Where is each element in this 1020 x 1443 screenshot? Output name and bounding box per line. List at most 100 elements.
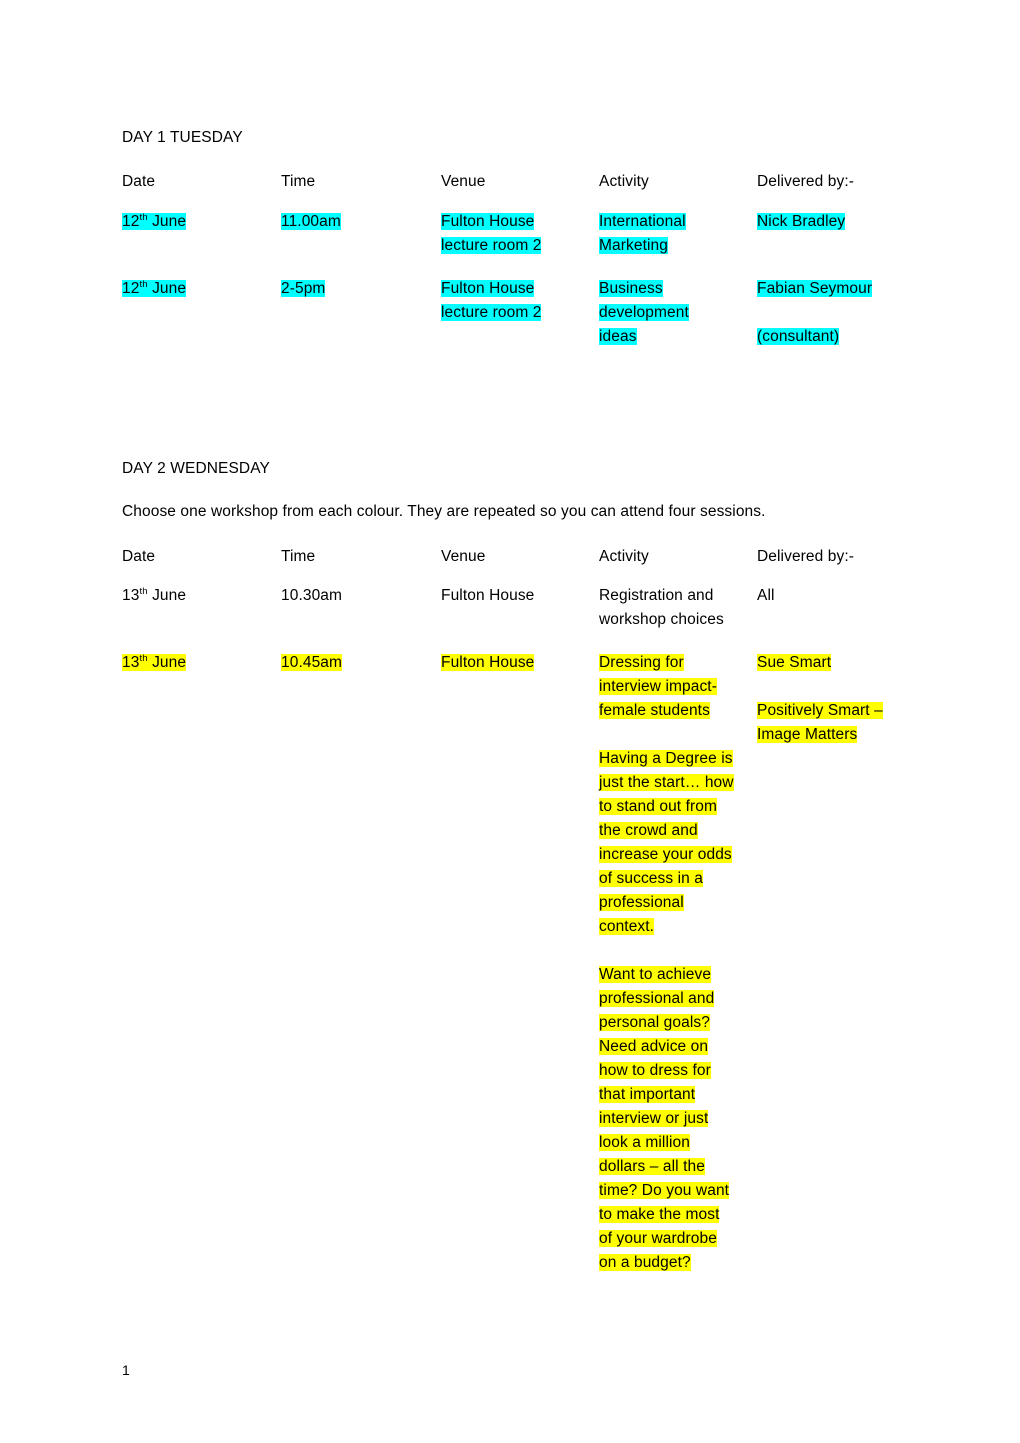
- text-line: Nick Bradley: [757, 213, 846, 230]
- day2-column-header-time: Time: [281, 548, 316, 565]
- day1-row-1-time: 11.00am: [281, 210, 431, 234]
- text-line: Sue Smart: [757, 654, 832, 671]
- text-line: International: [599, 213, 686, 230]
- day2-column-header-activity: Activity: [599, 548, 649, 565]
- day1-row-2-date: 12th June: [122, 277, 272, 301]
- text-line: interview or just: [599, 1110, 709, 1127]
- day1-row-1-activity: International Marketing: [599, 210, 749, 258]
- date-month: June: [147, 213, 187, 230]
- text-line: Registration and: [599, 587, 714, 604]
- text-line: Having a Degree is: [599, 750, 733, 767]
- text-line: the crowd and: [599, 822, 698, 839]
- text-line: just the start… how: [599, 774, 734, 791]
- date-day-number: 12: [122, 280, 140, 297]
- day2-row-2-time: 10.45am: [281, 651, 431, 675]
- text-line: 13th June: [122, 651, 272, 675]
- text-line: time? Do you want: [599, 1182, 730, 1199]
- text-line: Fulton House: [441, 280, 535, 297]
- day2-row-1-delivered-by: All: [757, 584, 957, 608]
- text-line: that important: [599, 1086, 696, 1103]
- text-line: 12th June: [122, 277, 272, 301]
- day2-heading: DAY 2 WEDNESDAY: [122, 460, 270, 477]
- day2-row-1-venue: Fulton House: [441, 584, 591, 608]
- text-line: 2-5pm: [281, 280, 326, 297]
- text-line: workshop choices: [599, 611, 724, 628]
- day1-row-2-time: 2-5pm: [281, 277, 431, 301]
- text-line: professional: [599, 894, 684, 911]
- day2-column-header-venue: Venue: [441, 548, 486, 565]
- day2-row-2-activity: Dressing for interview impact-female stud…: [599, 651, 751, 1275]
- date-month: June: [147, 587, 187, 604]
- text-line: Fulton House: [441, 654, 535, 671]
- day1-column-header-activity: Activity: [599, 173, 649, 190]
- date-month: June: [147, 280, 187, 297]
- text-line: lecture room 2: [441, 237, 542, 254]
- day2-column-header-delivered-by: Delivered by:-: [757, 548, 855, 565]
- text-line: Image Matters: [757, 726, 858, 743]
- text-line: look a million: [599, 1134, 690, 1151]
- text-line: context.: [599, 918, 655, 935]
- text-line: Business: [599, 280, 663, 297]
- day1-row-1-delivered-by: Nick Bradley: [757, 210, 957, 234]
- date-ordinal-suffix: th: [139, 278, 148, 290]
- text-line: how to dress for: [599, 1062, 711, 1079]
- day1-column-header-venue: Venue: [441, 173, 486, 190]
- text-line: on a budget?: [599, 1254, 691, 1271]
- day2-row-2-delivered-by: Sue Smart Positively Smart – Image Matters: [757, 651, 957, 747]
- day1-row-1-date: 12th June: [122, 210, 272, 234]
- date-day-number: 13: [122, 654, 140, 671]
- text-line: (consultant): [757, 328, 840, 345]
- date-ordinal-suffix: th: [139, 211, 148, 223]
- day2-column-header-date: Date: [122, 548, 156, 565]
- day1-column-header-date: Date: [122, 173, 156, 190]
- text-line: Dressing for: [599, 654, 684, 671]
- text-line: Marketing: [599, 237, 668, 254]
- text-line: female students: [599, 702, 710, 719]
- day2-row-1-activity: Registration and workshop choices: [599, 584, 749, 632]
- day1-row-2-delivered-by: Fabian Seymour (consultant): [757, 277, 957, 349]
- text-line: Need advice on: [599, 1038, 709, 1055]
- text-line: Fulton House: [441, 587, 535, 604]
- text-line: 10.30am: [281, 587, 343, 604]
- day1-row-2-activity: Business development ideas: [599, 277, 749, 349]
- text-line: of your wardrobe: [599, 1230, 717, 1247]
- text-line: Positively Smart –: [757, 702, 883, 719]
- day2-row-1-date: 13th June: [122, 584, 272, 608]
- day1-row-2-venue: Fulton House lecture room 2: [441, 277, 591, 325]
- day2-row-1-time: 10.30am: [281, 584, 431, 608]
- day2-row-2-venue: Fulton House: [441, 651, 591, 675]
- text-line: All: [757, 587, 775, 604]
- date-ordinal-suffix: th: [139, 652, 148, 664]
- date-ordinal-suffix: th: [139, 585, 148, 597]
- date-day-number: 13: [122, 587, 140, 604]
- day2-instruction: Choose one workshop from each colour. Th…: [122, 503, 766, 520]
- text-line: lecture room 2: [441, 304, 542, 321]
- date-day-number: 12: [122, 213, 140, 230]
- text-line: development: [599, 304, 689, 321]
- text-line: Want to achieve: [599, 966, 712, 983]
- day1-column-header-time: Time: [281, 173, 316, 190]
- day2-row-2-date: 13th June: [122, 651, 272, 675]
- text-line: interview impact-: [599, 678, 717, 695]
- text-line: Fabian Seymour: [757, 280, 873, 297]
- text-line: 12th June: [122, 210, 272, 234]
- day1-row-1-venue: Fulton House lecture room 2: [441, 210, 591, 258]
- day1-heading: DAY 1 TUESDAY: [122, 129, 243, 146]
- document-page: DAY 1 TUESDAY Date Time Venue Activity D…: [0, 0, 1020, 1443]
- text-line: increase your odds: [599, 846, 732, 863]
- text-line: 13th June: [122, 584, 272, 608]
- text-line: ideas: [599, 328, 637, 345]
- text-line: 10.45am: [281, 654, 343, 671]
- text-line: Fulton House: [441, 213, 535, 230]
- text-line: to make the most: [599, 1206, 720, 1223]
- page-number: 1: [122, 1362, 130, 1378]
- text-line: dollars – all the: [599, 1158, 705, 1175]
- text-line: of success in a: [599, 870, 704, 887]
- date-month: June: [147, 654, 187, 671]
- text-line: to stand out from: [599, 798, 718, 815]
- day1-column-header-delivered-by: Delivered by:-: [757, 173, 855, 190]
